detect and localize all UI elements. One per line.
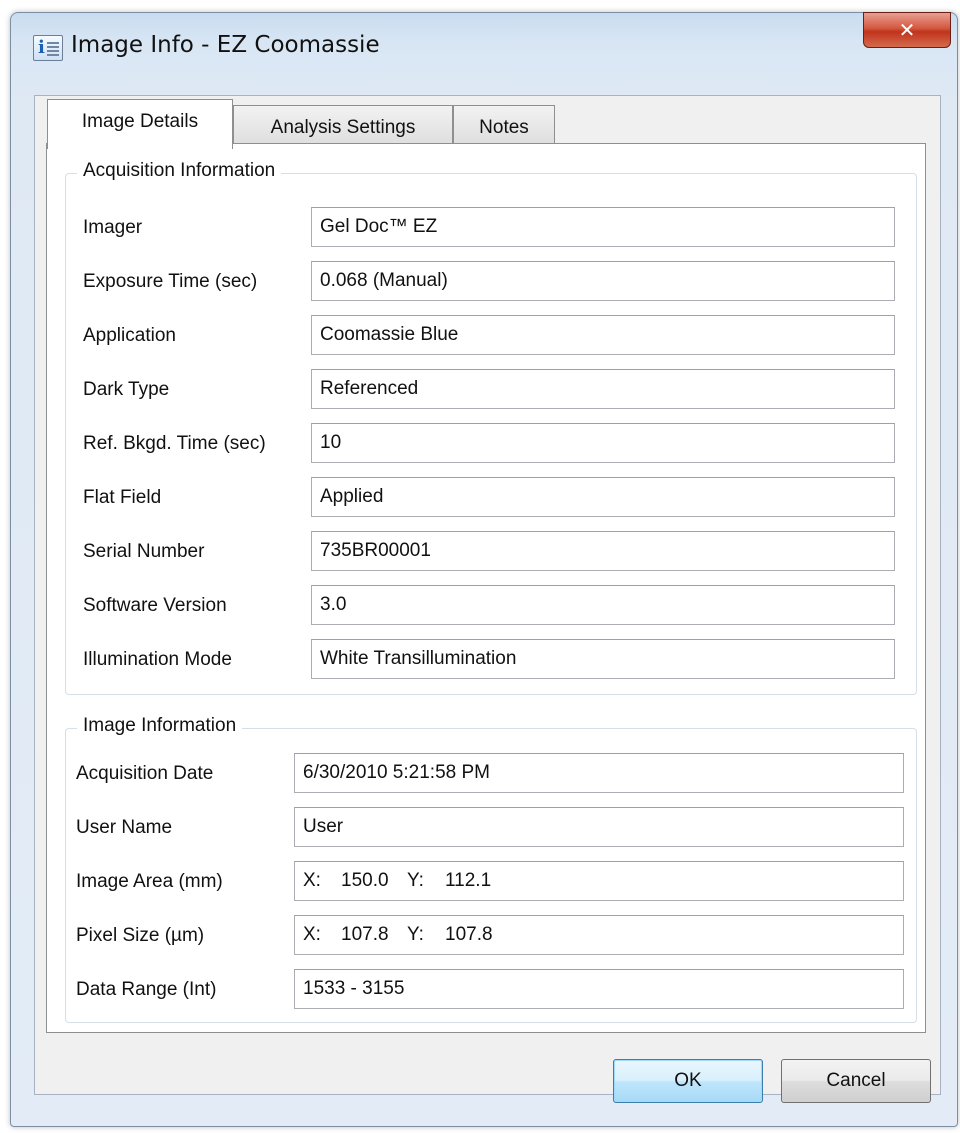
cancel-button[interactable]: Cancel	[781, 1059, 931, 1103]
dark-type-label: Dark Type	[83, 379, 170, 400]
imager-label: Imager	[83, 217, 143, 238]
acquisition-date-field[interactable]: 6/30/2010 5:21:58 PM	[294, 753, 904, 793]
image-area-field[interactable]: X: 150.0 Y: 112.1	[294, 861, 904, 901]
flat-field-field[interactable]: Applied	[311, 477, 895, 517]
image-area-y-label: Y:	[407, 870, 424, 891]
title-bar[interactable]: i Image Info - EZ Coomassie ✕	[11, 12, 957, 75]
acquisition-information-title: Acquisition Information	[77, 160, 282, 182]
pixel-size-x-label: X:	[303, 924, 321, 945]
pixel-size-y-value: 107.8	[445, 924, 493, 945]
dark-type-field[interactable]: Referenced	[311, 369, 895, 409]
application-label: Application	[83, 325, 176, 346]
close-icon[interactable]: ✕	[863, 12, 951, 48]
info-icon: i	[33, 35, 63, 61]
tab-image-details[interactable]: Image Details	[47, 99, 233, 149]
exposure-time-field[interactable]: 0.068 (Manual)	[311, 261, 895, 301]
serial-number-label: Serial Number	[83, 541, 205, 562]
ref-bkgd-time-label: Ref. Bkgd. Time (sec)	[83, 433, 266, 454]
ok-button[interactable]: OK	[613, 1059, 763, 1103]
user-name-field[interactable]: User	[294, 807, 904, 847]
image-area-x-label: X:	[303, 870, 321, 891]
exposure-time-label: Exposure Time (sec)	[83, 271, 258, 292]
pixel-size-field[interactable]: X: 107.8 Y: 107.8	[294, 915, 904, 955]
image-area-x-value: 150.0	[341, 870, 389, 891]
image-information-title: Image Information	[77, 715, 243, 737]
imager-field[interactable]: Gel Doc™ EZ	[311, 207, 895, 247]
acquisition-date-label: Acquisition Date	[76, 763, 214, 784]
illumination-mode-label: Illumination Mode	[83, 649, 232, 670]
data-range-label: Data Range (Int)	[76, 979, 217, 1000]
application-field[interactable]: Coomassie Blue	[311, 315, 895, 355]
flat-field-label: Flat Field	[83, 487, 162, 508]
software-version-field[interactable]: 3.0	[311, 585, 895, 625]
image-area-y-value: 112.1	[445, 870, 492, 891]
pixel-size-x-value: 107.8	[341, 924, 389, 945]
data-range-field[interactable]: 1533 - 3155	[294, 969, 904, 1009]
image-area-label: Image Area (mm)	[76, 871, 223, 892]
serial-number-field[interactable]: 735BR00001	[311, 531, 895, 571]
user-name-label: User Name	[76, 817, 173, 838]
image-info-dialog: i Image Info - EZ Coomassie ✕ Image Deta…	[10, 12, 958, 1127]
ref-bkgd-time-field[interactable]: 10	[311, 423, 895, 463]
illumination-mode-field[interactable]: White Transillumination	[311, 639, 895, 679]
window-title: Image Info - EZ Coomassie	[71, 32, 380, 58]
software-version-label: Software Version	[83, 595, 227, 616]
pixel-size-label: Pixel Size (µm)	[76, 925, 205, 946]
pixel-size-y-label: Y:	[407, 924, 424, 945]
